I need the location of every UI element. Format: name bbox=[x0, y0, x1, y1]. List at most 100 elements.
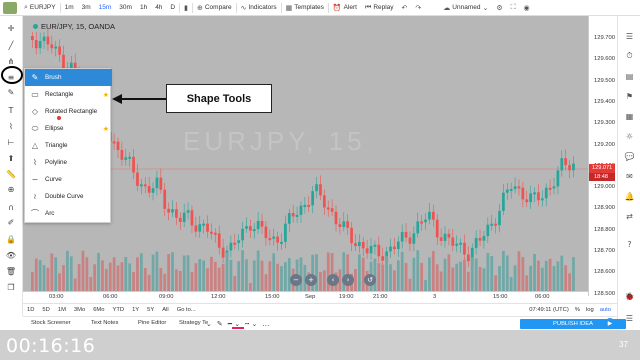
scroll-left-button[interactable]: ‹ bbox=[327, 274, 339, 286]
star-icon[interactable]: ★ bbox=[103, 91, 109, 99]
menu-item-arc[interactable]: ⌒ Arc bbox=[25, 205, 112, 222]
data-window-button[interactable]: ▤ bbox=[623, 70, 636, 82]
menu-item-curve[interactable]: ∽ Curve bbox=[25, 171, 112, 188]
candle-body bbox=[330, 208, 334, 212]
hotlist-button[interactable]: ⚑ bbox=[623, 90, 636, 102]
brush-color-swatch[interactable] bbox=[232, 327, 244, 329]
tf-15m[interactable]: 15m bbox=[95, 0, 116, 16]
chart-type-button[interactable]: ▮ bbox=[180, 0, 192, 16]
range-all[interactable]: All bbox=[158, 307, 172, 313]
pattern-tool[interactable]: ⌇ bbox=[3, 120, 19, 132]
range-1y[interactable]: 1Y bbox=[128, 307, 143, 313]
range-6mo[interactable]: 6Mo bbox=[89, 307, 108, 313]
settings-button[interactable]: ⚙ bbox=[492, 0, 506, 16]
text-tool[interactable]: T bbox=[3, 104, 19, 116]
candle-body bbox=[198, 224, 202, 232]
reset-chart-button[interactable]: ↺ bbox=[364, 274, 376, 286]
alert-button[interactable]: ⏰ Alert bbox=[329, 0, 361, 16]
crosshair-tool[interactable]: ✛ bbox=[3, 22, 19, 34]
private-chats-button[interactable]: ✉ bbox=[623, 170, 636, 182]
chats-button[interactable]: 💬 bbox=[623, 150, 636, 162]
range-ytd[interactable]: YTD bbox=[108, 307, 128, 313]
percent-toggle[interactable]: % bbox=[575, 307, 580, 313]
range-1m[interactable]: 1M bbox=[54, 307, 70, 313]
menu-item-rotated-rectangle[interactable]: ◇ Rotated Rectangle bbox=[25, 103, 112, 120]
menu-item-brush[interactable]: ✎ Brush bbox=[25, 69, 112, 86]
range-5y[interactable]: 5Y bbox=[143, 307, 158, 313]
tf-1m[interactable]: 1m bbox=[61, 0, 78, 16]
alerts-panel-button[interactable]: ⏱ bbox=[623, 50, 636, 62]
volume-bar bbox=[50, 253, 54, 294]
icons-tool[interactable]: ⬆ bbox=[3, 152, 19, 164]
candle-body bbox=[521, 187, 525, 200]
watchlist-button[interactable]: ☰ bbox=[623, 30, 636, 42]
remove-tool[interactable]: 🗑 bbox=[3, 265, 19, 277]
tab-pine-editor[interactable]: Pine Editor bbox=[138, 320, 166, 326]
candle-body bbox=[474, 237, 478, 248]
tab-strategy-tester[interactable]: Strategy Te bbox=[179, 320, 208, 326]
layout-button[interactable]: ☁ Unnamed ⌄ bbox=[439, 0, 492, 16]
fullscreen-button[interactable]: ⛶ bbox=[507, 0, 520, 16]
play-icon[interactable]: ▶ bbox=[605, 318, 615, 328]
menu-item-rectangle[interactable]: ▭ Rectangle ★ bbox=[25, 86, 112, 103]
candle-body bbox=[451, 237, 455, 246]
zoom-tool[interactable]: ⊕ bbox=[3, 183, 19, 195]
zoom-in-button[interactable]: + bbox=[305, 274, 317, 286]
tf-d[interactable]: D bbox=[166, 0, 179, 16]
range-3mo[interactable]: 3Mo bbox=[70, 307, 89, 313]
dash-style-icon[interactable]: ┅ ⌄ bbox=[245, 320, 257, 328]
redo-button[interactable]: ↷ bbox=[411, 0, 425, 16]
range-5d[interactable]: 5D bbox=[38, 307, 53, 313]
indicators-button[interactable]: ∿ Indicators bbox=[237, 0, 281, 16]
tab-text-notes[interactable]: Text Notes bbox=[91, 320, 118, 326]
price-axis[interactable]: 129.700 129.600 129.500 129.400 129.300 129.2… bbox=[588, 16, 617, 297]
templates-button[interactable]: ▦ Templates bbox=[282, 0, 328, 16]
undo-button[interactable]: ↶ bbox=[398, 0, 412, 16]
stay-drawing-tool[interactable]: ✐ bbox=[3, 216, 19, 228]
scroll-right-button[interactable]: › bbox=[342, 274, 354, 286]
magnet-tool[interactable]: ∩ bbox=[3, 201, 19, 213]
prediction-tool[interactable]: ⊢ bbox=[3, 136, 19, 148]
minimize-panel-icon[interactable]: ⌄ bbox=[206, 320, 212, 328]
layers-tool[interactable]: ❐ bbox=[3, 281, 19, 293]
utc-clock[interactable]: 07:49:11 (UTC) bbox=[529, 307, 569, 313]
tf-30m[interactable]: 30m bbox=[115, 0, 136, 16]
replay-button[interactable]: ⏮ Replay bbox=[361, 0, 398, 16]
more-icon[interactable]: … bbox=[262, 320, 269, 328]
star-icon[interactable]: ★ bbox=[103, 125, 109, 133]
order-panel-button[interactable]: ⇄ bbox=[623, 210, 636, 222]
user-avatar[interactable] bbox=[3, 1, 17, 14]
auto-toggle[interactable]: auto bbox=[600, 307, 611, 313]
tab-stock-screener[interactable]: Stock Screener bbox=[31, 320, 71, 326]
tf-1h[interactable]: 1h bbox=[136, 0, 151, 16]
calendar-button[interactable]: ▦ bbox=[623, 110, 636, 122]
snapshot-button[interactable]: ◉ bbox=[520, 0, 534, 16]
candle-body bbox=[284, 223, 287, 242]
compare-button[interactable]: ⊕ Compare bbox=[193, 0, 236, 16]
trend-line-tool[interactable]: ╱ bbox=[3, 39, 19, 51]
brush-tool[interactable]: ✎ bbox=[3, 86, 19, 98]
chevron-right-icon: › bbox=[346, 276, 350, 284]
menu-item-triangle[interactable]: △ Triangle bbox=[25, 137, 112, 154]
log-toggle[interactable]: log bbox=[586, 307, 594, 313]
go-to-button[interactable]: Go to... bbox=[173, 307, 200, 313]
volume-bar bbox=[171, 252, 174, 294]
hide-tool[interactable]: 👁 bbox=[3, 249, 19, 261]
menu-item-double-curve[interactable]: ≀ Double Curve bbox=[25, 188, 112, 205]
pencil-icon[interactable]: ✎ bbox=[217, 320, 223, 328]
tf-4h[interactable]: 4h bbox=[151, 0, 166, 16]
menu-item-ellipse[interactable]: ⬭ Ellipse ★ bbox=[25, 120, 112, 137]
zoom-out-button[interactable]: − bbox=[290, 274, 302, 286]
symbol-search[interactable]: ⌕ EURJPY bbox=[20, 0, 60, 16]
measure-tool[interactable]: 📏 bbox=[3, 168, 19, 180]
lock-tool[interactable]: 🔒 bbox=[3, 233, 19, 245]
bug-report-button[interactable]: 🐞 bbox=[623, 290, 636, 302]
ideas-stream-button[interactable]: ☼ bbox=[623, 130, 636, 142]
time-axis[interactable]: 03:00 06:00 09:00 12:00 15:00 Sep 19:00 21:00 3 1… bbox=[23, 291, 588, 303]
candle-body bbox=[338, 224, 342, 227]
range-1d[interactable]: 1D bbox=[23, 307, 38, 313]
tf-3m[interactable]: 3m bbox=[78, 0, 95, 16]
notifications-button[interactable]: 🔔 bbox=[623, 190, 636, 202]
menu-item-polyline[interactable]: ⌇ Polyline bbox=[25, 154, 112, 171]
help-button[interactable]: ? bbox=[623, 238, 636, 250]
